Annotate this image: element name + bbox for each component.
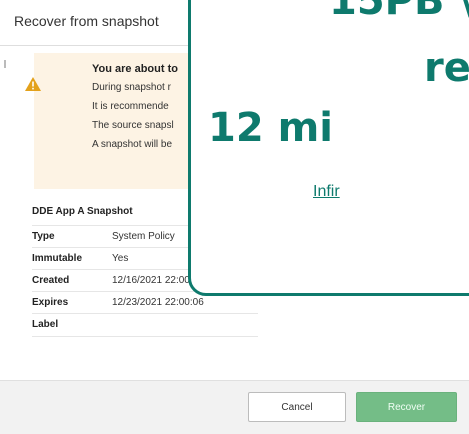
overlay-headline-line-1: 15PB \	[329, 0, 469, 24]
warning-triangle-icon	[24, 76, 42, 92]
cancel-button[interactable]: Cancel	[248, 392, 346, 422]
detail-row-label: Label	[32, 313, 258, 337]
overlay-headline-line-3: 12 mi	[208, 105, 333, 151]
recover-button[interactable]: Recover	[356, 392, 457, 422]
warning-title: You are about to	[92, 63, 178, 75]
recover-snapshot-dialog: Recover from snapshot You are about to D…	[0, 0, 469, 434]
detail-value: 12/23/2021 22:00:06	[112, 297, 204, 308]
warning-line: It is recommende	[92, 101, 169, 112]
overlay-link[interactable]: Infir	[313, 183, 340, 201]
overlay-headline-line-2: re	[424, 45, 469, 91]
warning-line: The source snapsl	[92, 120, 174, 131]
scroll-edge-marker	[4, 60, 6, 68]
detail-key: Type	[32, 231, 55, 242]
warning-line: During snapshot r	[92, 82, 171, 93]
detail-value: Yes	[112, 253, 129, 264]
dialog-title: Recover from snapshot	[14, 13, 159, 29]
detail-key: Expires	[32, 297, 69, 308]
snapshot-name-heading: DDE App A Snapshot	[32, 206, 133, 217]
detail-key: Label	[32, 319, 59, 330]
detail-value: System Policy	[112, 231, 175, 242]
detail-key: Immutable	[32, 253, 83, 264]
warning-line: A snapshot will be	[92, 139, 173, 150]
detail-key: Created	[32, 275, 70, 286]
dialog-footer: Cancel Recover	[0, 380, 469, 434]
promo-overlay-card: 15PB \ re 12 mi Infir	[188, 0, 469, 296]
